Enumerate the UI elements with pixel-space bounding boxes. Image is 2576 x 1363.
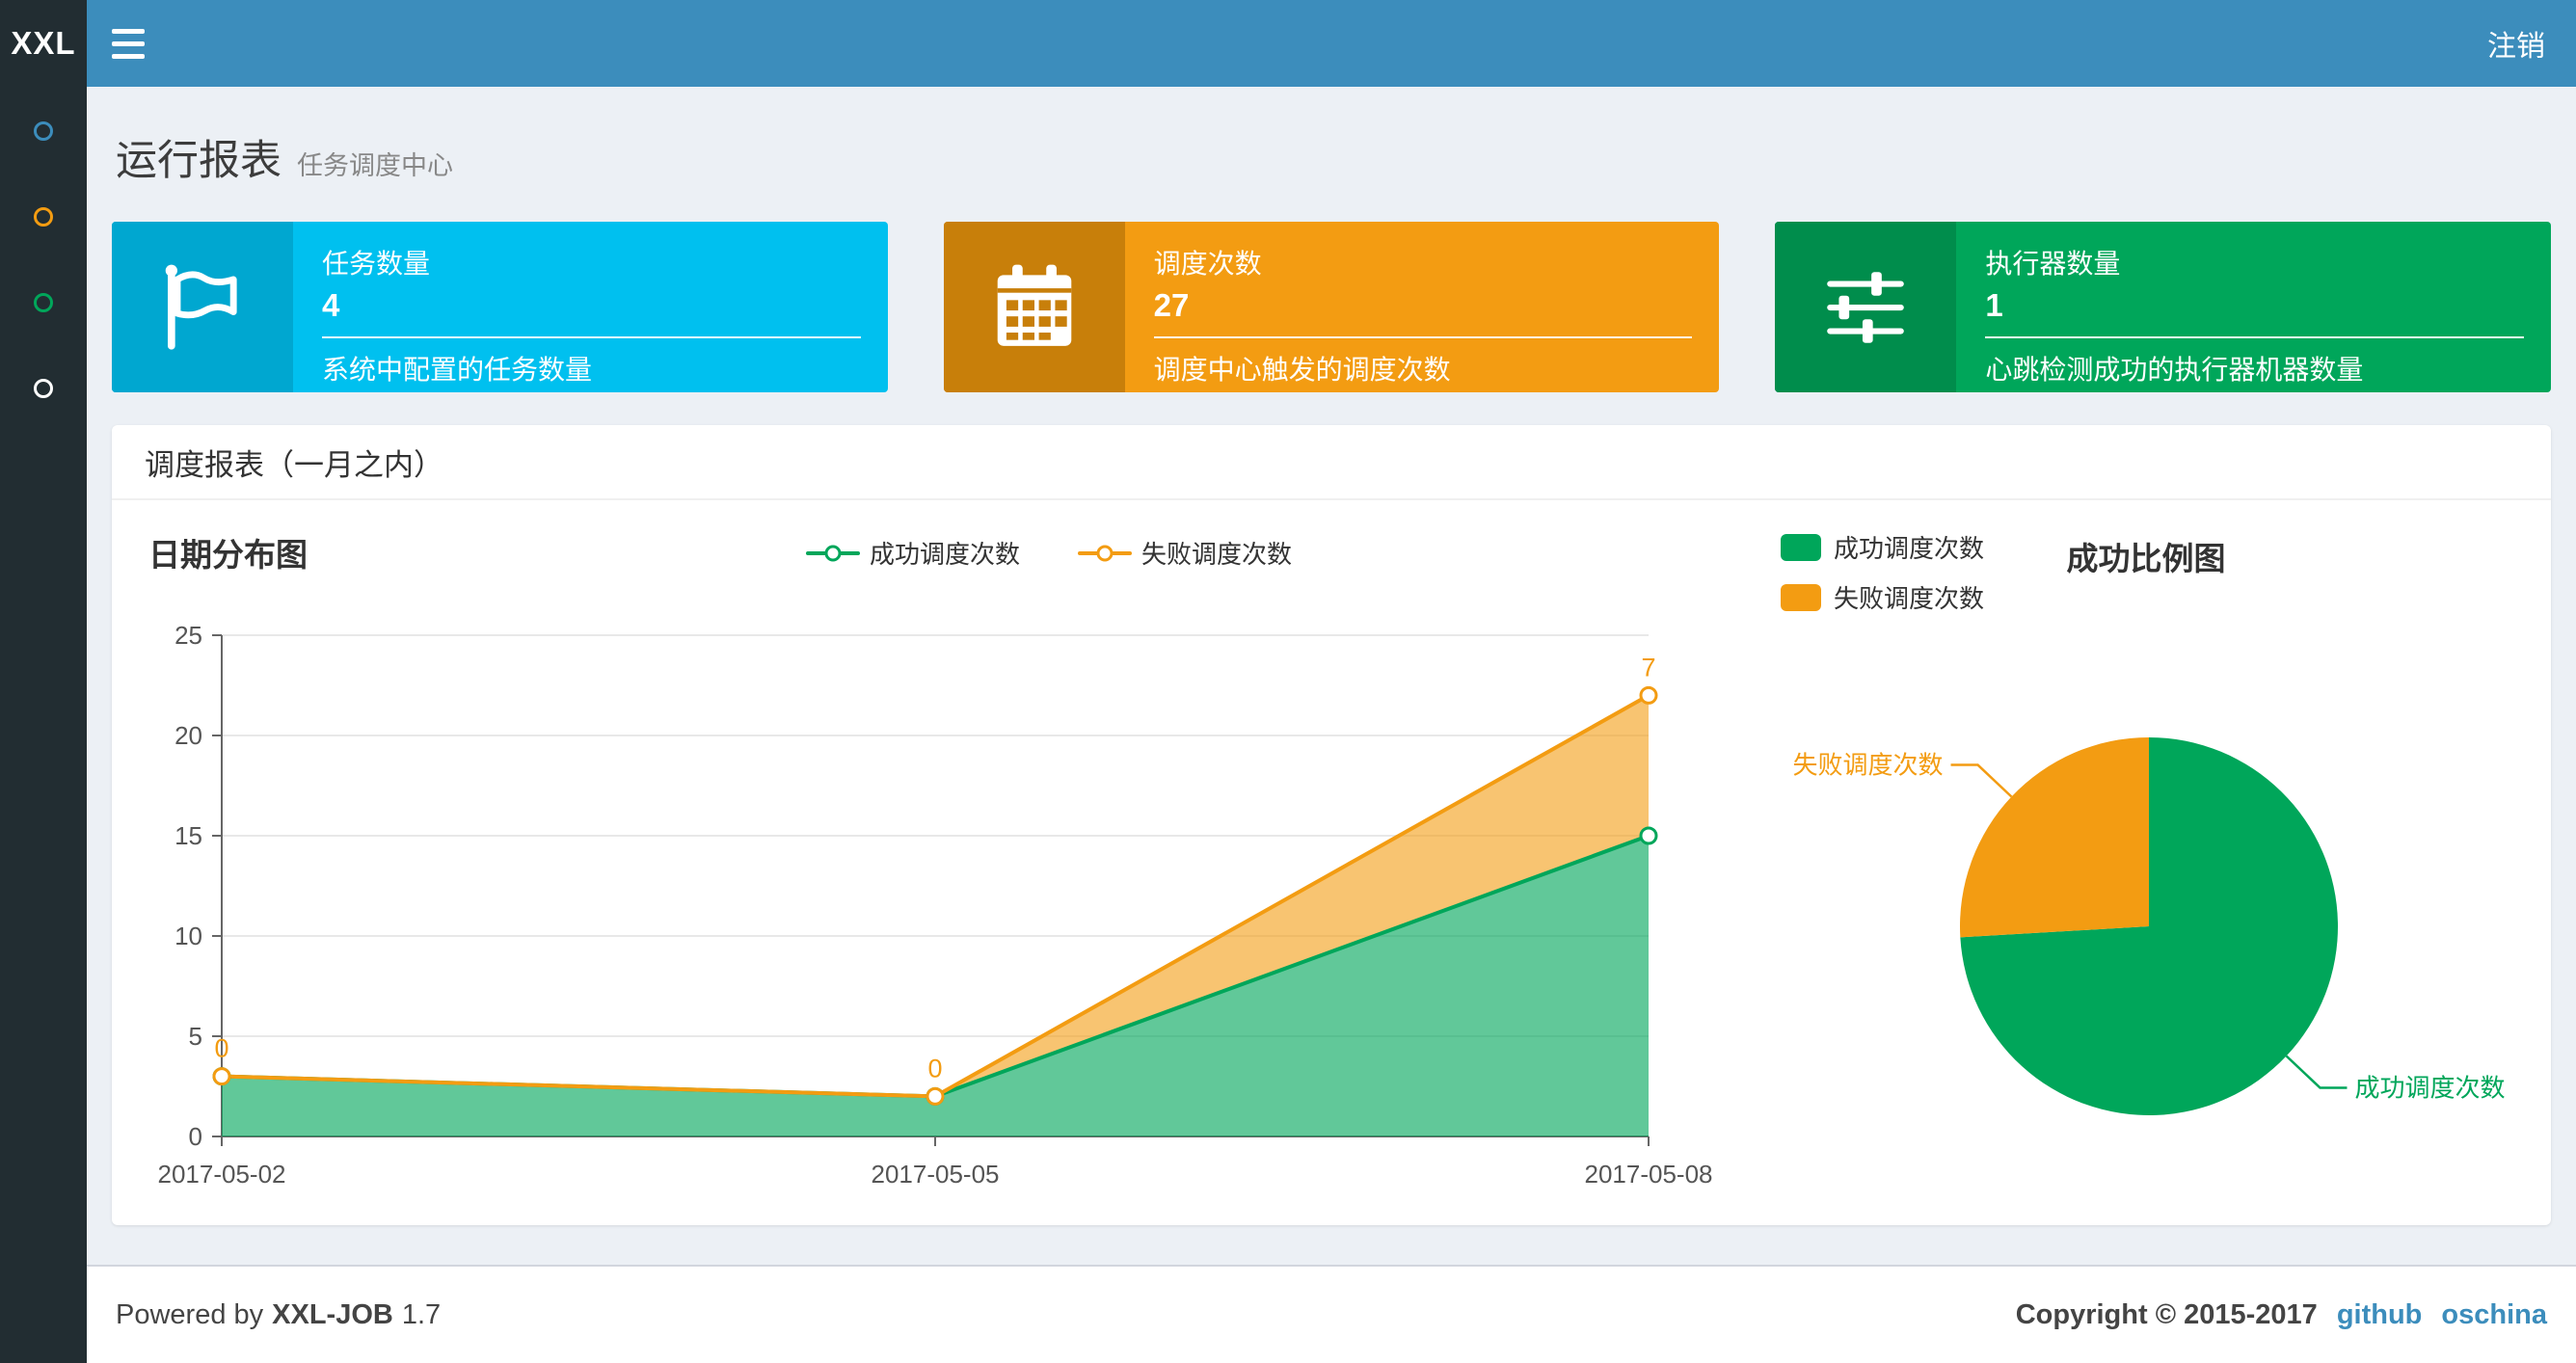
svg-text:2017-05-08: 2017-05-08 [1585, 1160, 1713, 1189]
page-header: 运行报表 任务调度中心 [87, 87, 2576, 187]
svg-text:成功调度次数: 成功调度次数 [2354, 1073, 2505, 1102]
sliders-icon [1775, 222, 1957, 392]
powered-by-prefix: Powered by [116, 1298, 264, 1330]
daily-distribution-area-chart: 05101520252017-05-02 2017-05-05 2017-05-08… [158, 621, 1713, 1189]
svg-text:25: 25 [174, 621, 202, 650]
top-navbar: XXL 注销 [0, 0, 2576, 87]
powered-by: Powered by XXL-JOB 1.7 [116, 1299, 441, 1331]
legend-label: 失败调度次数 [1141, 540, 1293, 569]
legend-item-success[interactable]: 成功调度次数 [1781, 529, 1984, 565]
copyright-text: Copyright © 2015-2017 [2015, 1298, 2318, 1330]
svg-text:2017-05-02: 2017-05-02 [158, 1160, 286, 1189]
svg-text:10: 10 [174, 922, 202, 950]
svg-text:0: 0 [927, 1054, 942, 1082]
page-footer: Powered by XXL-JOB 1.7 Copyright © 2015-… [87, 1265, 2576, 1363]
svg-text:15: 15 [174, 821, 202, 850]
schedule-report-panel: 调度报表（一月之内） 日期分布图 成功调度次数 失败调度次数 0 5 10 15 20 2… [112, 425, 2551, 1225]
footer-links: Copyright © 2015-2017 github oschina [2016, 1299, 2547, 1331]
charts-area: 日期分布图 成功调度次数 失败调度次数 0 5 10 15 20 25 2017-05-02… [112, 500, 2551, 1225]
legend-item-success[interactable]: 成功调度次数 [805, 535, 1020, 571]
stat-description: 调度中心触发的调度次数 [1153, 355, 1451, 385]
stat-value: 1 [1985, 287, 2003, 323]
stat-box-executors: 执行器数量 1 心跳检测成功的执行器机器数量 [1775, 222, 2552, 392]
app-version: 1.7 [401, 1298, 442, 1330]
line-chart-title: 日期分布图 [148, 537, 308, 573]
stat-label: 调度次数 [1153, 249, 1262, 279]
divider [1985, 336, 2525, 338]
svg-text:失败调度次数: 失败调度次数 [1793, 751, 1944, 780]
legend-line-marker [805, 545, 860, 561]
stat-box-body: 任务数量 4 系统中配置的任务数量 [293, 222, 888, 392]
main-content: 运行报表 任务调度中心 任务数量 4 系统中配置的任务数量 调度次数 27 调度… [87, 87, 2576, 1225]
legend-label: 成功调度次数 [1834, 534, 1985, 563]
stat-box-triggers: 调度次数 27 调度中心触发的调度次数 [943, 222, 1720, 392]
sidebar-item-job-manage-icon[interactable] [34, 207, 53, 227]
legend-label: 成功调度次数 [869, 540, 1020, 569]
page-title: 运行报表 [116, 138, 282, 184]
stat-description: 系统中配置的任务数量 [322, 355, 593, 385]
svg-text:7: 7 [1641, 653, 1655, 682]
panel-title: 调度报表（一月之内） [112, 425, 2551, 500]
divider [1153, 336, 1693, 338]
stat-box-body: 执行器数量 1 心跳检测成功的执行器机器数量 [1956, 222, 2551, 392]
legend-swatch [1781, 583, 1821, 611]
xxl-job-dashboard: XXL 注销 运行报表 任务调度中心 任务数量 4 系统中配置的任务数量 调度次… [0, 0, 2576, 1363]
calendar-icon [943, 222, 1125, 392]
app-logo[interactable]: XXL [0, 0, 87, 87]
legend-item-fail[interactable]: 失败调度次数 [1781, 579, 1984, 615]
oschina-link[interactable]: oschina [2441, 1299, 2547, 1331]
divider [322, 336, 861, 338]
legend-label: 失败调度次数 [1834, 584, 1985, 613]
stat-box-jobs: 任务数量 4 系统中配置的任务数量 [112, 222, 888, 392]
stat-value: 4 [322, 287, 340, 323]
sidebar-item-job-log-icon[interactable] [34, 293, 53, 312]
legend-line-marker [1078, 545, 1132, 561]
svg-text:0: 0 [214, 1034, 228, 1063]
stat-description: 心跳检测成功的执行器机器数量 [1985, 355, 2364, 385]
success-ratio-pie-chart: 成功调度次数 失败调度次数 [1793, 737, 2505, 1115]
page-subtitle: 任务调度中心 [297, 151, 453, 180]
legend-swatch [1781, 533, 1821, 561]
svg-text:0: 0 [189, 1122, 202, 1151]
flag-icon [112, 222, 293, 392]
stat-value: 27 [1153, 287, 1190, 323]
app-name: XXL-JOB [272, 1298, 393, 1330]
line-chart-legend: 成功调度次数 失败调度次数 [337, 535, 1760, 571]
legend-item-fail[interactable]: 失败调度次数 [1078, 535, 1292, 571]
logout-link[interactable]: 注销 [2487, 22, 2545, 65]
sidebar-item-dashboard-icon[interactable] [34, 121, 53, 141]
svg-text:2017-05-05: 2017-05-05 [872, 1160, 1000, 1189]
svg-text:20: 20 [174, 721, 202, 750]
sidebar-item-other-icon[interactable] [34, 379, 53, 398]
stat-box-body: 调度次数 27 调度中心触发的调度次数 [1125, 222, 1720, 392]
stat-label: 任务数量 [322, 249, 431, 279]
github-link[interactable]: github [2337, 1299, 2423, 1331]
stat-label: 执行器数量 [1985, 249, 2121, 279]
sidebar [0, 87, 87, 1363]
stat-boxes-row: 任务数量 4 系统中配置的任务数量 调度次数 27 调度中心触发的调度次数 执行… [87, 187, 2576, 392]
pie-chart-legend: 成功调度次数 失败调度次数 [1781, 529, 1984, 615]
svg-text:5: 5 [189, 1022, 202, 1051]
sidebar-toggle-icon[interactable] [112, 0, 170, 87]
